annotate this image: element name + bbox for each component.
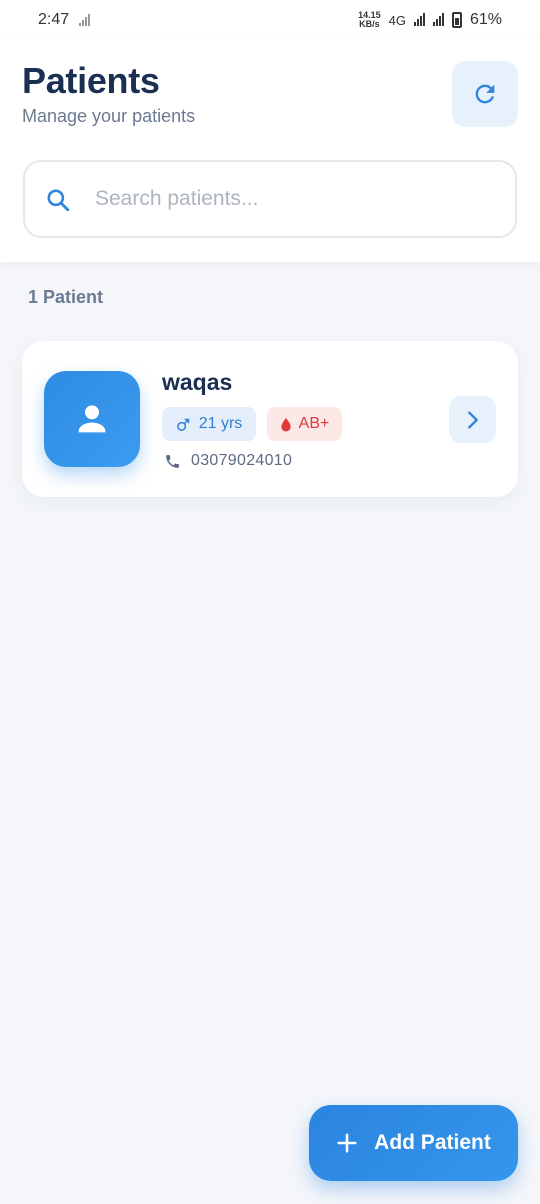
signal-icon bbox=[413, 13, 425, 26]
network-speed: 14.15 KB/s bbox=[358, 10, 381, 29]
patient-card[interactable]: waqas 21 yrs AB+ 03079024010 bbox=[22, 341, 518, 497]
status-right: 14.15 KB/s 4G 61% bbox=[358, 11, 502, 29]
search-box bbox=[23, 160, 517, 238]
refresh-button[interactable] bbox=[452, 61, 518, 127]
phone-row: 03079024010 bbox=[164, 452, 292, 470]
person-icon bbox=[78, 405, 106, 433]
status-left: 2:47 bbox=[38, 11, 91, 29]
avatar bbox=[44, 371, 140, 467]
patient-count: 1 Patient bbox=[28, 287, 104, 307]
add-patient-button[interactable]: Add Patient bbox=[309, 1105, 518, 1181]
age-badge: 21 yrs bbox=[162, 407, 256, 441]
battery-percentage: 61% bbox=[469, 11, 502, 28]
blood-group-label: AB+ bbox=[298, 415, 330, 432]
header: Patients Manage your patients bbox=[0, 40, 540, 262]
open-patient-button[interactable] bbox=[449, 396, 496, 443]
battery-icon bbox=[451, 12, 462, 28]
add-patient-label: Add Patient bbox=[374, 1131, 491, 1154]
signal-icon-2 bbox=[432, 13, 444, 26]
network-type: 4G bbox=[388, 12, 406, 28]
blood-group-badge: AB+ bbox=[267, 407, 342, 441]
phone-icon bbox=[166, 454, 179, 468]
refresh-icon bbox=[475, 84, 495, 104]
status-time: 2:47 bbox=[38, 11, 70, 28]
status-bar: 2:47 14.15 KB/s 4G 61% bbox=[0, 0, 540, 40]
patient-name: waqas bbox=[162, 369, 233, 395]
page-title: Patients bbox=[22, 60, 160, 101]
search-icon bbox=[47, 189, 70, 212]
chevron-right-icon bbox=[467, 410, 478, 429]
plus-icon bbox=[337, 1133, 357, 1153]
blood-drop-icon bbox=[280, 417, 291, 432]
age-label: 21 yrs bbox=[198, 415, 243, 432]
page-subtitle: Manage your patients bbox=[22, 106, 196, 126]
male-icon bbox=[176, 418, 189, 431]
search-input[interactable] bbox=[95, 162, 495, 236]
no-sim-signal-icon bbox=[79, 14, 91, 26]
phone-number: 03079024010 bbox=[191, 452, 293, 469]
